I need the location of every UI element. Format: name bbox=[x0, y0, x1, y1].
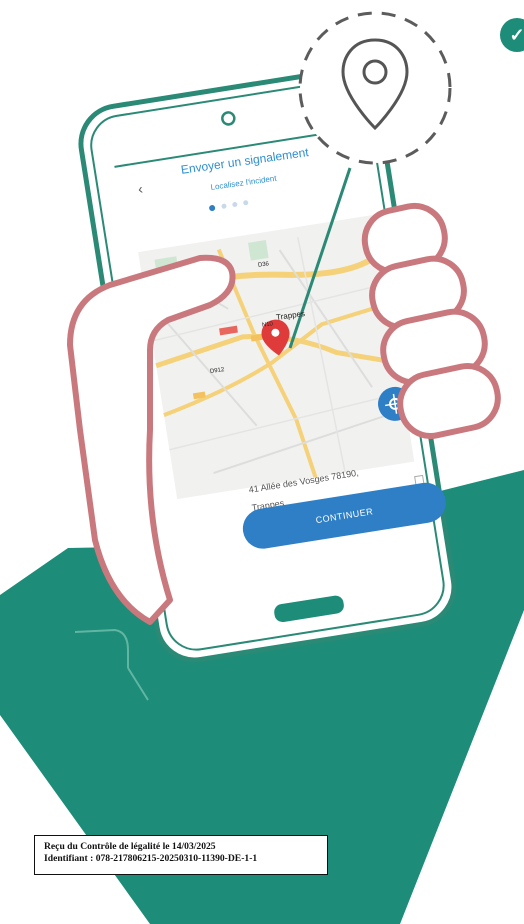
stamp-line-1: Reçu du Contrôle de légalité le 14/03/20… bbox=[44, 841, 216, 852]
stamp-line-2: Identifiant : 078-217806215-20250310-113… bbox=[44, 853, 258, 864]
illustration bbox=[0, 11, 524, 924]
legality-stamp: Reçu du Contrôle de légalité le 14/03/20… bbox=[34, 835, 328, 875]
dashed-circle bbox=[298, 11, 452, 165]
